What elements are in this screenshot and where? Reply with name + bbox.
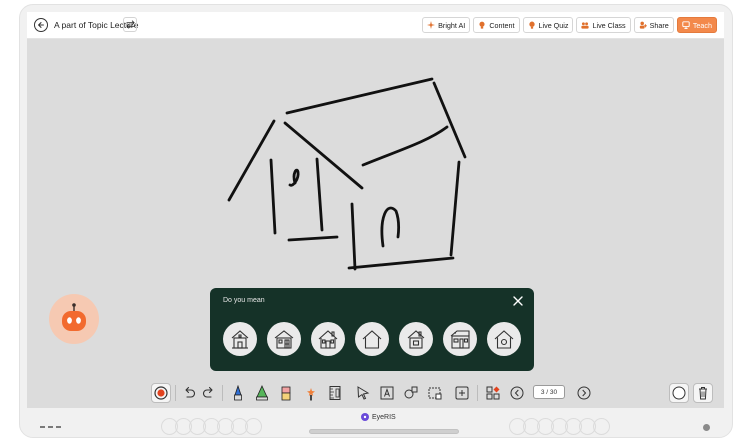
marker-tool[interactable]: [252, 383, 272, 403]
house-icon: [274, 330, 294, 349]
house-option-6[interactable]: [443, 322, 477, 356]
content-button[interactable]: Content: [473, 17, 520, 33]
live-quiz-label: Live Quiz: [538, 20, 569, 30]
house-option-2[interactable]: [267, 322, 301, 356]
house-sketch: [227, 77, 467, 271]
house-icon: [362, 330, 382, 349]
undo-icon: [185, 386, 196, 398]
apps-button[interactable]: [483, 383, 503, 403]
live-class-button[interactable]: Live Class: [576, 17, 631, 33]
share-label: Share: [649, 20, 669, 30]
text-tool[interactable]: [377, 383, 397, 403]
swap-icon: [125, 20, 135, 29]
brand-logo: EyeRIS: [361, 413, 396, 421]
share-icon: [639, 21, 647, 29]
live-class-label: Live Class: [592, 20, 626, 30]
device-handle: [309, 429, 459, 434]
plus-box-icon: [455, 386, 469, 400]
teach-icon: [682, 21, 690, 29]
ruler-tool[interactable]: [325, 383, 345, 403]
marker-icon: [256, 385, 268, 401]
toolbar-divider: [477, 385, 478, 401]
content-label: Content: [489, 20, 515, 30]
pen-icon: [234, 385, 242, 401]
delete-button[interactable]: [693, 383, 713, 403]
select-tool[interactable]: [353, 383, 373, 403]
brand-name: EyeRIS: [372, 413, 396, 421]
ruler-icon: [329, 386, 341, 400]
house-icon: [231, 330, 249, 349]
previous-page-button[interactable]: [507, 383, 527, 403]
live-quiz-button[interactable]: Live Quiz: [522, 17, 574, 33]
shape-suggestion-panel: Do you mean: [210, 288, 534, 371]
house-icon: [450, 330, 470, 349]
close-icon: [513, 296, 523, 306]
shapes-icon: [404, 386, 418, 399]
record-icon: [154, 386, 168, 400]
drawing-toolbar: 3 / 30: [27, 379, 724, 408]
suggestion-title: Do you mean: [223, 297, 265, 304]
undo-button[interactable]: [179, 383, 199, 403]
assistant-bot-button[interactable]: [49, 294, 99, 344]
circle-icon: [672, 386, 686, 400]
teach-button[interactable]: Teach: [676, 17, 717, 33]
right-speaker-grille: [509, 418, 610, 436]
apps-icon: [486, 386, 500, 400]
toolbar-divider: [222, 385, 223, 401]
trash-icon: [699, 387, 707, 400]
bulb-icon: [528, 21, 535, 29]
left-speaker-grille: [161, 418, 262, 436]
switch-button[interactable]: [123, 17, 137, 32]
top-bar: A part of Topic Lecture Bright AI Conten…: [27, 12, 724, 39]
chevron-right-icon: [577, 386, 591, 400]
screen: A part of Topic Lecture Bright AI Conten…: [27, 12, 724, 408]
share-button[interactable]: Share: [633, 17, 674, 33]
magic-wand-tool[interactable]: [301, 383, 321, 403]
arrow-left-icon: [38, 22, 44, 28]
eye-logo-icon: [361, 413, 369, 421]
text-box-icon: [380, 386, 394, 400]
shapes-tool[interactable]: [401, 383, 421, 403]
house-icon: [407, 330, 425, 349]
header-actions: Bright AI Content Live Quiz Live Class S…: [422, 17, 717, 33]
robot-icon: [62, 303, 86, 331]
power-button[interactable]: [703, 424, 710, 431]
shape-options: [223, 322, 521, 356]
image-icon: [428, 387, 442, 400]
magic-wand-icon: [307, 388, 315, 401]
add-page-button[interactable]: [452, 383, 472, 403]
eraser-icon: [281, 386, 291, 401]
redo-icon: [202, 386, 213, 398]
teach-label: Teach: [692, 20, 712, 30]
bright-ai-label: Bright AI: [438, 20, 466, 30]
class-icon: [581, 22, 590, 29]
cursor-icon: [357, 386, 370, 400]
insert-image-tool[interactable]: [425, 383, 445, 403]
record-button[interactable]: [151, 383, 171, 403]
house-option-4[interactable]: [355, 322, 389, 356]
close-suggestion-button[interactable]: [512, 294, 524, 306]
redo-button[interactable]: [199, 383, 219, 403]
house-option-3[interactable]: [311, 322, 345, 356]
content-icon: [479, 21, 485, 29]
house-option-7[interactable]: [487, 322, 521, 356]
eraser-tool[interactable]: [276, 383, 296, 403]
status-leds: [40, 426, 61, 428]
next-page-button[interactable]: [574, 383, 594, 403]
house-icon: [318, 330, 338, 349]
sparkle-icon: [427, 21, 436, 29]
pen-tool[interactable]: [228, 383, 248, 403]
house-option-1[interactable]: [223, 322, 257, 356]
bright-ai-button[interactable]: Bright AI: [422, 17, 471, 33]
chevron-left-icon: [510, 386, 524, 400]
toolbar-divider: [175, 385, 176, 401]
back-button[interactable]: [34, 18, 48, 32]
circle-button[interactable]: [669, 383, 689, 403]
page-indicator: 3 / 30: [533, 385, 565, 399]
house-option-5[interactable]: [399, 322, 433, 356]
house-icon: [494, 330, 514, 349]
